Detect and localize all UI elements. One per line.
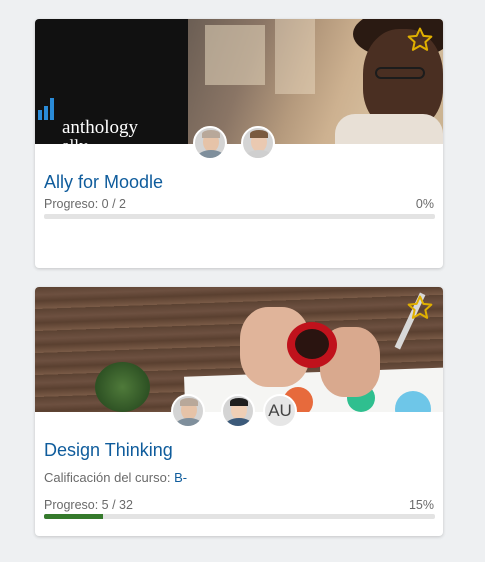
course-banner-image[interactable]: anthology ally xyxy=(35,19,443,144)
grade-label: Calificación del curso: xyxy=(44,470,171,485)
course-card-ally-for-moodle[interactable]: anthology ally Ally for Moodle Progreso:… xyxy=(35,19,443,268)
teacher-avatar-initials[interactable]: AU xyxy=(263,394,297,428)
favorite-star-icon[interactable] xyxy=(405,293,435,323)
banner-window xyxy=(275,19,315,94)
banner-mug-inside xyxy=(295,329,329,359)
course-grade: Calificación del curso: B- xyxy=(44,470,187,485)
progress-label: Progreso: 0 / 2 xyxy=(44,197,126,211)
course-title-link[interactable]: Design Thinking xyxy=(44,440,173,461)
teacher-avatar[interactable] xyxy=(171,394,205,428)
anthology-logo-text: anthology xyxy=(62,117,138,138)
banner-window xyxy=(205,25,265,85)
teacher-avatar[interactable] xyxy=(193,126,227,160)
favorite-star-icon[interactable] xyxy=(405,25,435,55)
progress-bar xyxy=(44,214,435,219)
banner-glasses xyxy=(375,67,425,79)
banner-shirt xyxy=(335,114,443,144)
grade-value-link[interactable]: B- xyxy=(174,470,187,485)
course-title-link[interactable]: Ally for Moodle xyxy=(44,172,163,193)
progress-bar xyxy=(44,514,435,519)
progress-bar-fill xyxy=(44,514,103,519)
progress-percent: 15% xyxy=(408,498,434,512)
banner-plant xyxy=(95,362,150,412)
progress-label: Progreso: 5 / 32 xyxy=(44,498,133,512)
teacher-avatar[interactable] xyxy=(241,126,275,160)
teacher-avatar[interactable] xyxy=(221,394,255,428)
course-card-design-thinking[interactable]: AU Design Thinking Calificación del curs… xyxy=(35,287,443,536)
ally-logo-text: ally xyxy=(62,137,122,144)
progress-percent: 0% xyxy=(415,197,434,211)
